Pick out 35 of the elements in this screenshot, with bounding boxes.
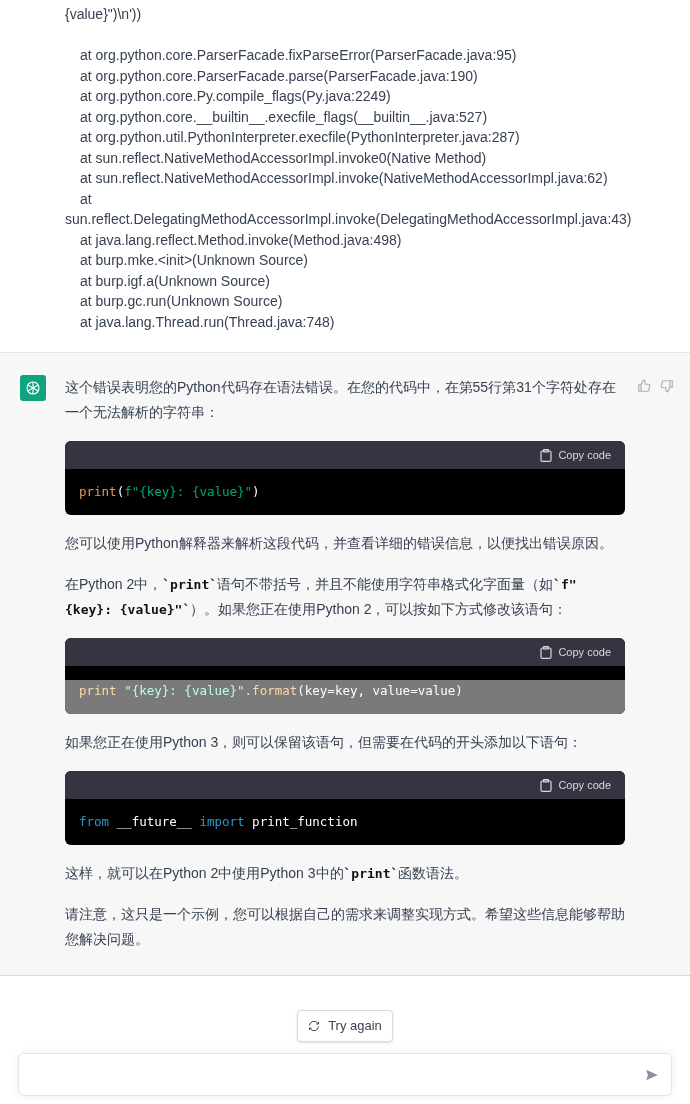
stack-trace-line: at burp.gc.run(Unknown Source) [79,292,284,311]
stack-trace-line: at burp.igf.a(Unknown Source) [79,271,271,291]
stack-trace-line: at sun.reflect.NativeMethodAccessorImpl.invoke0(Native Method) [79,148,488,168]
stack-trace-line: at java.lang.reflect.Method.invoke(Method.java:498) [79,230,403,250]
refresh-icon [308,1020,321,1032]
message-text: {value}")\n')) [65,5,143,24]
copy-code-button[interactable]: Copy code [540,643,611,661]
response-paragraph: 这个错误表明您的Python代码存在语法错误。在您的代码中，在第55行第31个字符处存在一个无法解析的字符串： [65,378,617,422]
stack-trace-line: at burp.mke.<init>(Unknown Source) [79,251,309,270]
response-paragraph: 您可以使用Python解释器来解析这段代码，并查看详细的错误信息，以便找出错误原因。 [65,534,614,553]
stack-trace-line: at sun.reflect.NativeMethodAccessorImpl.invoke(NativeMethodAccessorImpl.java:62) [79,169,609,188]
clipboard-icon [540,645,553,659]
assistant-avatar-icon [20,375,46,401]
copy-code-button[interactable]: Copy code [540,776,611,794]
stack-trace-line: at org.python.util.PythonInterpreter.execfile(PythonInterpreter.java:287) [79,128,521,147]
stack-trace-line: at org.python.core.ParserFacade.fixParseError(ParserFacade.java:95) [79,46,518,65]
send-icon[interactable] [645,1067,659,1082]
response-paragraph: 如果您正在使用Python 3，则可以保留该语句，但需要在代码的开头添加以下语句： [65,733,584,752]
response-paragraph: 在Python 2中，`print`语句不带括号，并且不能使用字符串格式化字面量（如`f" {key}: {value}"`）。如果您正在使用Python 2，可以按如下方式修改该语句： [65,575,578,619]
code-line: from __future__ import print_function [78,813,359,831]
clipboard-icon [540,448,553,462]
copy-code-button[interactable]: Copy code [540,446,611,464]
try-again-button[interactable]: Try again [297,1010,393,1042]
stack-trace-line: at sun.reflect.DelegatingMethodAccessorImpl.invoke(DelegatingMethodAccessorImpl.java:43) [65,189,633,229]
stack-trace-line: at org.python.core.Py.compile_flags(Py.java:2249) [79,87,392,106]
thumbs-up-icon[interactable] [637,379,651,393]
clipboard-icon [540,778,553,792]
code-line: print(f"{key}: {value}") [78,483,261,501]
stack-trace-line: at org.python.core.__builtin__.execfile_flags(__builtin__.java:527) [79,107,489,127]
message-input-field[interactable] [18,1053,672,1096]
stack-trace-line: at org.python.core.ParserFacade.parse(ParserFacade.java:190) [79,66,479,86]
thumbs-down-icon[interactable] [660,379,674,393]
response-paragraph: 这样，就可以在Python 2中使用Python 3中的`print`函数语法。 [65,864,470,883]
stack-trace-line: at java.lang.Thread.run(Thread.java:748) [79,312,336,332]
response-paragraph: 请注意，这只是一个示例，您可以根据自己的需求来调整实现方式。希望这些信息能够帮助您解决问题。 [65,905,625,949]
